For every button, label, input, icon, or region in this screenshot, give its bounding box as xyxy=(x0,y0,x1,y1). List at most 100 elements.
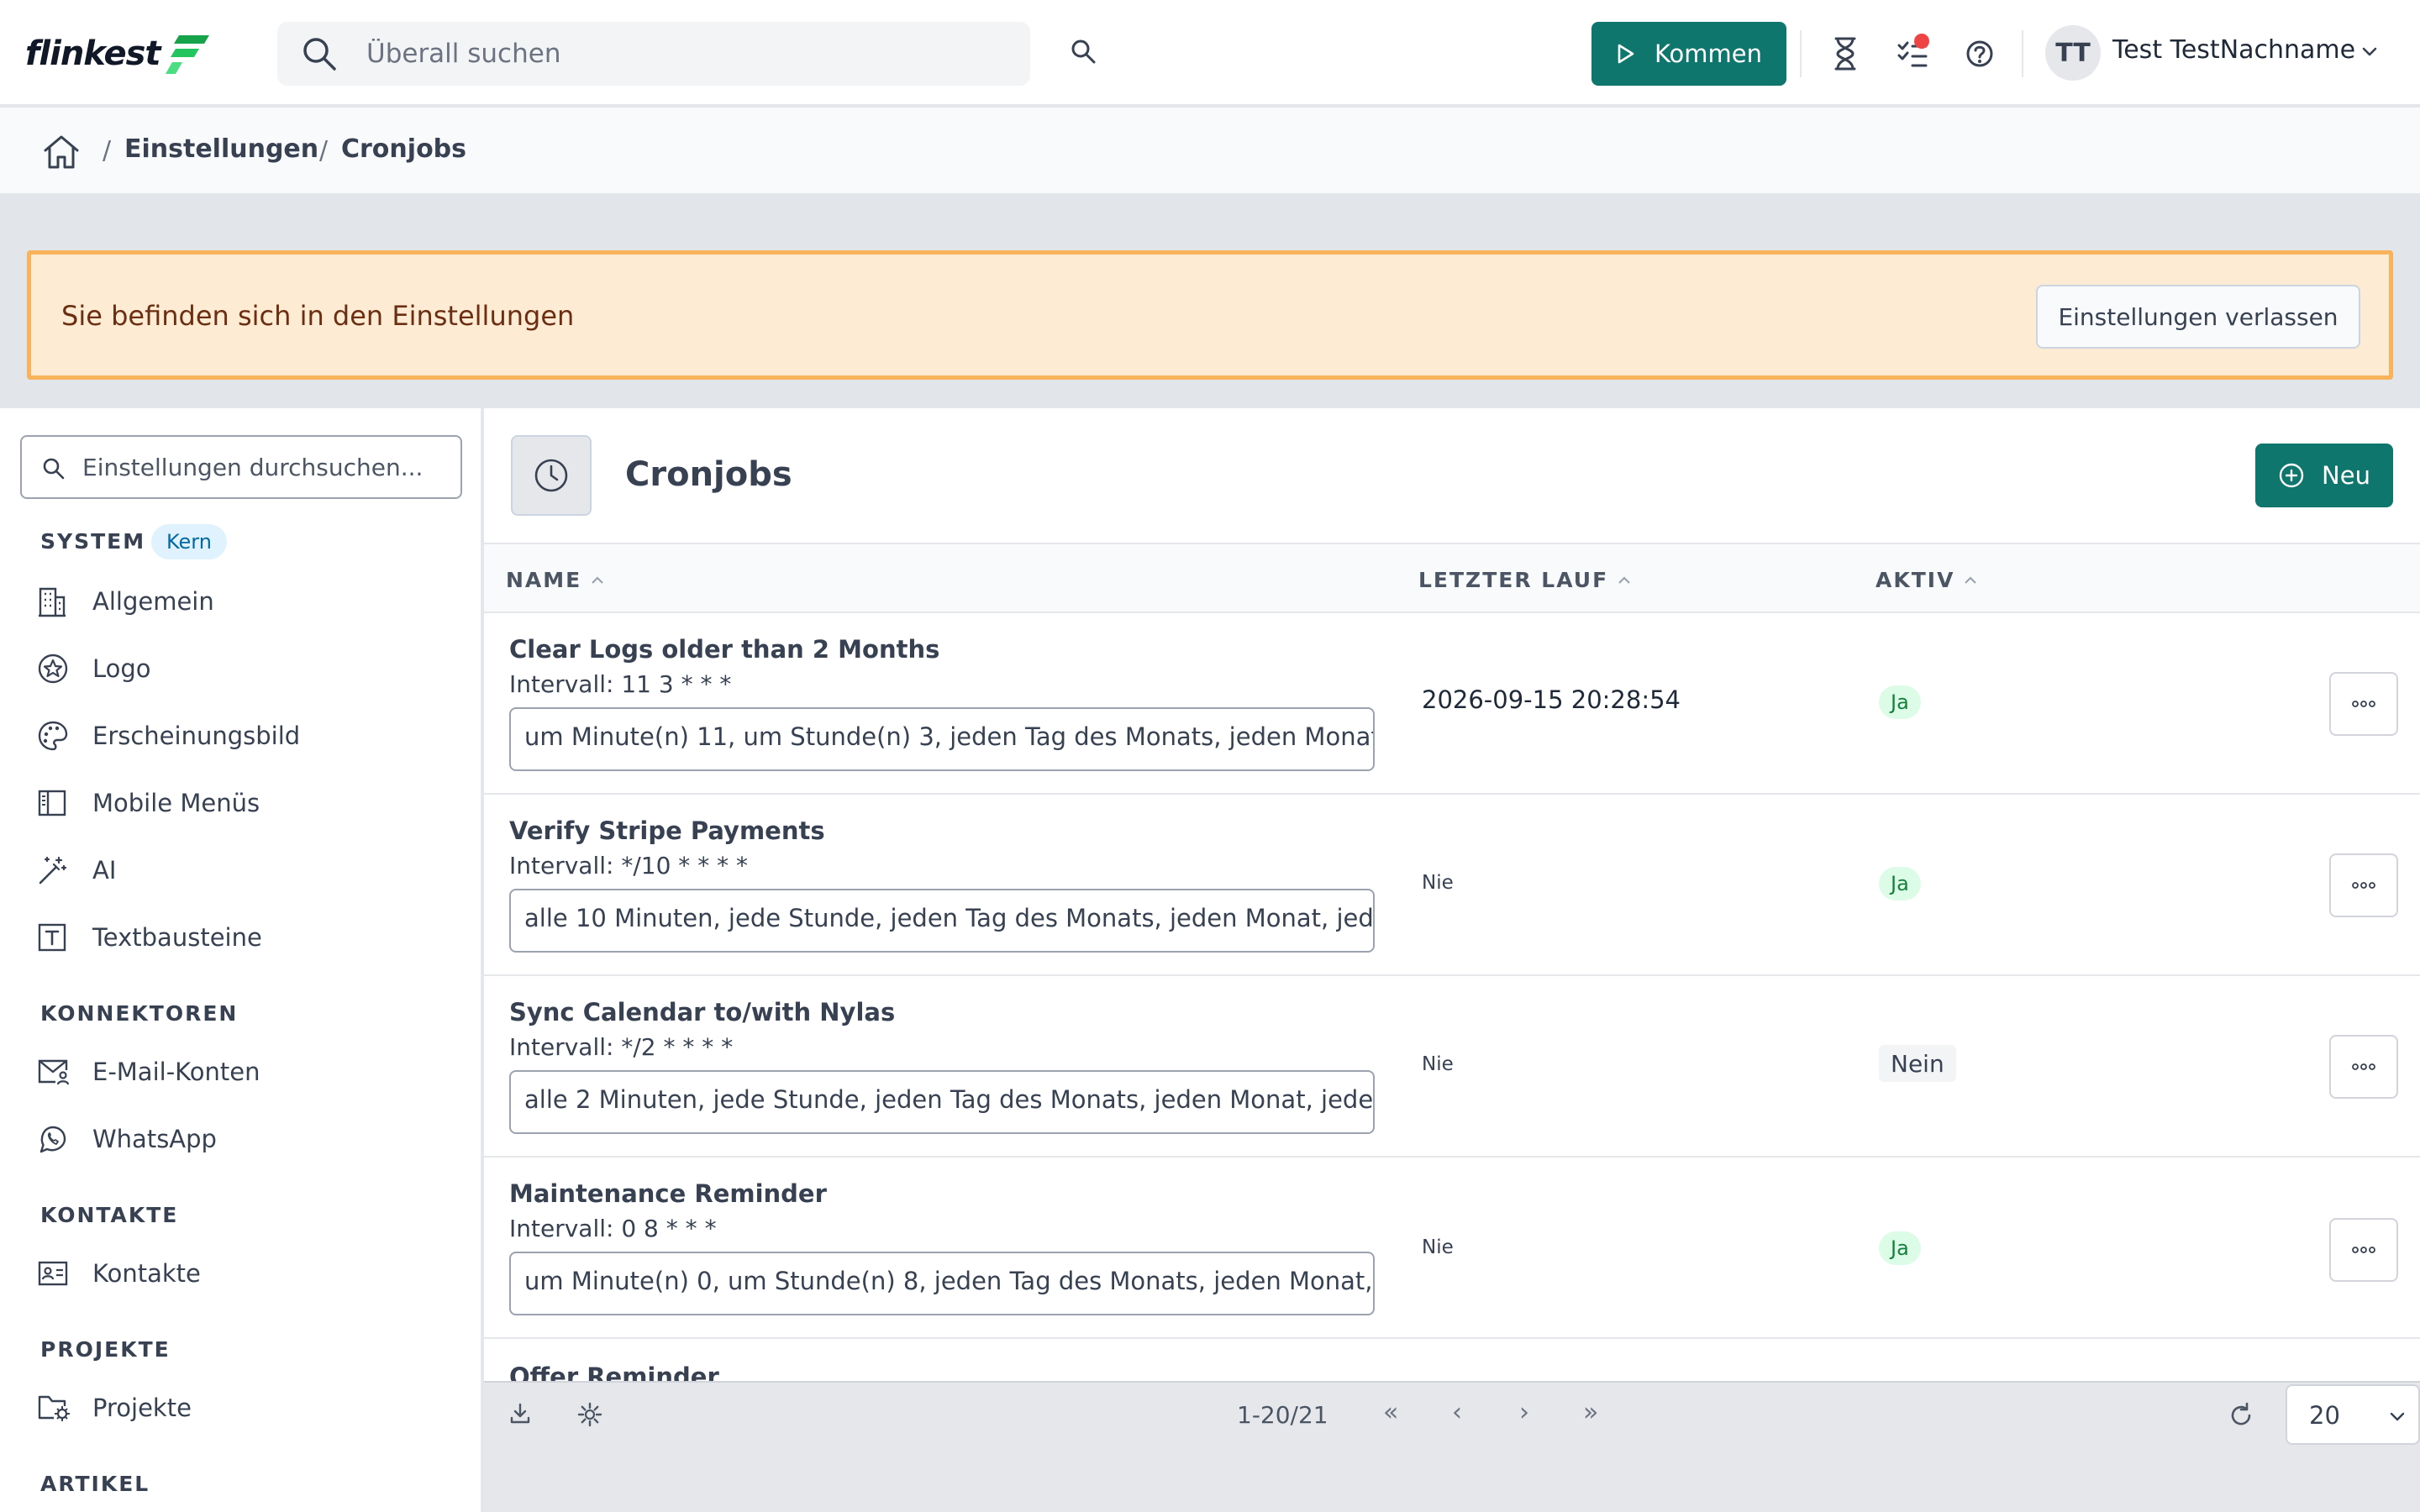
table-row[interactable]: Clear Logs older than 2 Months Intervall… xyxy=(484,613,2420,795)
status-badge: Ja xyxy=(1879,1231,1921,1265)
cronjob-description-field[interactable]: alle 10 Minuten, jede Stunde, jeden Tag … xyxy=(509,889,1375,953)
row-actions-button[interactable] xyxy=(2329,1218,2398,1282)
search-icon xyxy=(43,458,65,480)
sidebar-item-label: Logo xyxy=(92,654,151,683)
sidebar-item-allgemein[interactable]: Allgemein xyxy=(37,575,457,628)
table-row[interactable]: Offer Reminder xyxy=(484,1339,2420,1381)
chevron-down-icon[interactable] xyxy=(2360,45,2380,59)
clock-icon xyxy=(534,459,568,492)
cronjob-name: Offer Reminder xyxy=(509,1362,719,1381)
toolbar-divider xyxy=(1800,30,1802,77)
breadcrumb-einstellungen[interactable]: Einstellungen xyxy=(124,134,318,164)
contact-card-icon xyxy=(38,1261,68,1286)
cronjob-name: Clear Logs older than 2 Months xyxy=(509,635,940,664)
sidebar-item-mobile-menus[interactable]: Mobile Menüs xyxy=(37,776,457,830)
section-title-konnektoren: KONNEKTOREN xyxy=(40,1001,239,1026)
column-header-aktiv[interactable]: AKTIV xyxy=(1876,568,1978,592)
plus-circle-icon xyxy=(2279,463,2304,488)
column-header-letzter-lauf[interactable]: LETZTER LAUF xyxy=(1418,568,1632,592)
settings-banner: Sie befinden sich in den Einstellungen E… xyxy=(27,250,2393,380)
prev-page-button[interactable]: ‹ xyxy=(1452,1398,1462,1427)
whatsapp-icon xyxy=(39,1126,66,1153)
refresh-icon[interactable] xyxy=(2227,1401,2255,1430)
more-icon xyxy=(2352,1063,2375,1070)
table-row[interactable]: Sync Calendar to/with Nylas Intervall: *… xyxy=(484,976,2420,1158)
sidebar-item-ai[interactable]: AI xyxy=(37,843,457,897)
advanced-search-icon[interactable] xyxy=(1069,37,1099,67)
logo-text: flinkest xyxy=(25,34,161,73)
download-icon[interactable] xyxy=(508,1401,533,1426)
kern-badge: Kern xyxy=(151,524,227,559)
settings-gear-icon[interactable] xyxy=(576,1401,603,1428)
leave-settings-button[interactable]: Einstellungen verlassen xyxy=(2036,285,2360,349)
palette-icon xyxy=(38,721,68,751)
magic-wand-icon xyxy=(39,856,67,885)
sort-up-icon xyxy=(1618,575,1630,584)
sidebar-item-erscheinungsbild[interactable]: Erscheinungsbild xyxy=(37,709,457,763)
row-actions-button[interactable] xyxy=(2329,1035,2398,1099)
table-footer: 1-20/21 « ‹ › » 20 xyxy=(484,1381,2420,1445)
column-label: NAME xyxy=(506,568,582,592)
text-icon xyxy=(38,923,66,952)
cronjob-name: Verify Stripe Payments xyxy=(509,816,825,845)
building-icon xyxy=(39,587,66,617)
cronjob-description-field[interactable]: alle 2 Minuten, jede Stunde, jeden Tag d… xyxy=(509,1070,1375,1134)
global-search[interactable] xyxy=(277,22,1030,86)
sort-up-icon xyxy=(592,575,604,584)
folder-gear-icon xyxy=(38,1395,70,1421)
column-label: LETZTER LAUF xyxy=(1418,568,1609,592)
cronjob-interval: Intervall: */2 * * * * xyxy=(509,1033,734,1061)
sort-up-icon xyxy=(1965,575,1977,584)
kommen-button[interactable]: Kommen xyxy=(1591,22,1786,86)
table-row[interactable]: Verify Stripe Payments Intervall: */10 *… xyxy=(484,795,2420,976)
sidebar-item-label: AI xyxy=(92,856,117,885)
status-badge: Nein xyxy=(1879,1045,1956,1082)
section-title-kontakte: KONTAKTE xyxy=(40,1203,179,1227)
row-actions-button[interactable] xyxy=(2329,672,2398,736)
cronjob-description-field[interactable]: um Minute(n) 0, um Stunde(n) 8, jeden Ta… xyxy=(509,1252,1375,1315)
first-page-button[interactable]: « xyxy=(1383,1398,1398,1427)
last-page-button[interactable]: » xyxy=(1583,1398,1598,1427)
sidebar-item-label: Allgemein xyxy=(92,587,214,616)
kommen-label: Kommen xyxy=(1654,39,1763,68)
settings-sidebar: SYSTEM Kern Allgemein Logo Erscheinungsb… xyxy=(0,408,482,1512)
user-name[interactable]: Test TestNachname xyxy=(2112,35,2355,65)
cronjob-name: Sync Calendar to/with Nylas xyxy=(509,998,896,1026)
table-header: NAME LETZTER LAUF AKTIV xyxy=(484,543,2420,613)
column-header-name[interactable]: NAME xyxy=(506,568,605,592)
settings-search[interactable] xyxy=(20,435,462,499)
cronjob-interval: Intervall: */10 * * * * xyxy=(509,852,749,879)
sidebar-item-logo[interactable]: Logo xyxy=(37,642,457,696)
cronjob-description-field[interactable]: um Minute(n) 11, um Stunde(n) 3, jeden T… xyxy=(509,707,1375,771)
sidebar-item-kontakte[interactable]: Kontakte xyxy=(37,1247,457,1300)
sidebar-item-email-konten[interactable]: E-Mail-Konten xyxy=(37,1045,457,1099)
home-icon[interactable] xyxy=(42,133,81,171)
sidebar-item-label: Erscheinungsbild xyxy=(92,722,301,750)
sidebar-item-whatsapp[interactable]: WhatsApp xyxy=(37,1112,457,1166)
new-cronjob-button[interactable]: Neu xyxy=(2255,444,2393,507)
app-logo[interactable]: flinkest xyxy=(25,30,211,77)
next-page-button[interactable]: › xyxy=(1519,1398,1529,1427)
sidebar-item-label: Projekte xyxy=(92,1394,192,1422)
sidebar-item-label: WhatsApp xyxy=(92,1125,217,1153)
settings-banner-text: Sie befinden sich in den Einstellungen xyxy=(61,300,575,332)
table-row[interactable]: Maintenance Reminder Intervall: 0 8 * * … xyxy=(484,1158,2420,1339)
avatar[interactable]: TT xyxy=(2045,25,2101,81)
page-title: Cronjobs xyxy=(625,455,792,494)
sidebar-item-label: Textbausteine xyxy=(92,923,262,952)
new-button-label: Neu xyxy=(2322,461,2370,490)
row-actions-button[interactable] xyxy=(2329,853,2398,917)
breadcrumb-separator: / xyxy=(319,136,329,165)
cronjob-last-run: Nie xyxy=(1422,1053,1454,1075)
sidebar-item-projekte[interactable]: Projekte xyxy=(37,1381,457,1435)
more-icon xyxy=(2352,882,2375,889)
section-title-system: SYSTEM xyxy=(40,529,146,554)
settings-search-input[interactable] xyxy=(82,437,452,497)
chevron-down-icon xyxy=(2390,1412,2405,1421)
hourglass-icon[interactable] xyxy=(1828,35,1862,72)
sidebar-item-textbausteine[interactable]: Textbausteine xyxy=(37,911,457,964)
page-size-select[interactable]: 20 xyxy=(2286,1384,2420,1445)
global-search-input[interactable] xyxy=(366,22,1005,86)
help-icon[interactable] xyxy=(1963,35,1996,72)
cronjob-name: Maintenance Reminder xyxy=(509,1179,827,1208)
